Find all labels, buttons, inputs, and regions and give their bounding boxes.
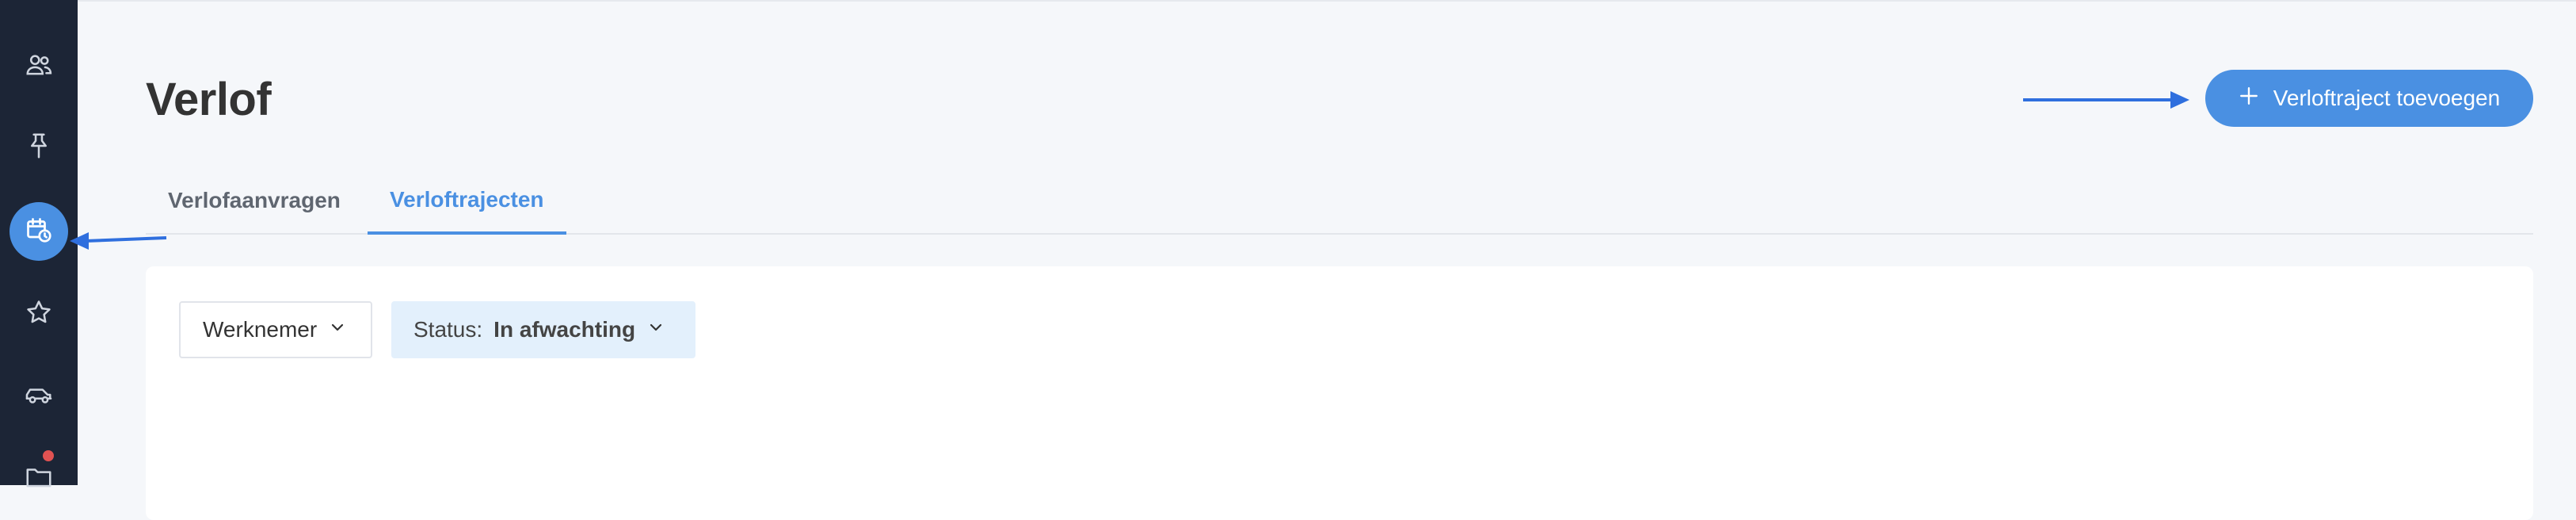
calendar-clock-icon [25,216,53,248]
main-content: Verlof Verloftraject toevoegen Verlofaan… [78,0,2576,520]
sidebar-item-pinned[interactable] [0,116,78,179]
add-leave-trajectory-button[interactable]: Verloftraject toevoegen [2205,70,2533,127]
status-filter-value: In afwachting [493,317,636,342]
employee-filter-label: Werknemer [203,317,318,342]
page-title: Verlof [146,74,272,125]
sidebar-item-documents[interactable] [0,447,78,510]
employee-filter-dropdown[interactable]: Werknemer [179,301,372,358]
annotation-arrow-right [2023,91,2189,109]
pin-icon [24,131,54,165]
tabs: Verlofaanvragen Verloftrajecten [146,168,2533,235]
folder-icon [24,462,54,496]
tab-leave-trajectories[interactable]: Verloftrajecten [368,168,566,235]
people-icon [24,50,54,84]
chevron-down-icon [646,317,665,342]
car-icon [24,380,54,414]
add-button-label: Verloftraject toevoegen [2273,86,2501,110]
sidebar-item-employees[interactable] [0,35,78,98]
star-icon [24,297,54,331]
tab-leave-requests[interactable]: Verlofaanvragen [146,168,363,233]
plus-icon [2239,86,2259,112]
status-filter-label: Status: [413,317,483,342]
content-card: Werknemer Status: In afwachting [146,266,2533,520]
sidebar-item-vehicles[interactable] [0,365,78,428]
chevron-down-icon [328,317,347,342]
sidebar-item-favorites[interactable] [0,282,78,346]
status-filter-dropdown[interactable]: Status: In afwachting [391,301,695,358]
notification-dot [43,450,54,461]
annotation-arrow-left [70,232,167,250]
